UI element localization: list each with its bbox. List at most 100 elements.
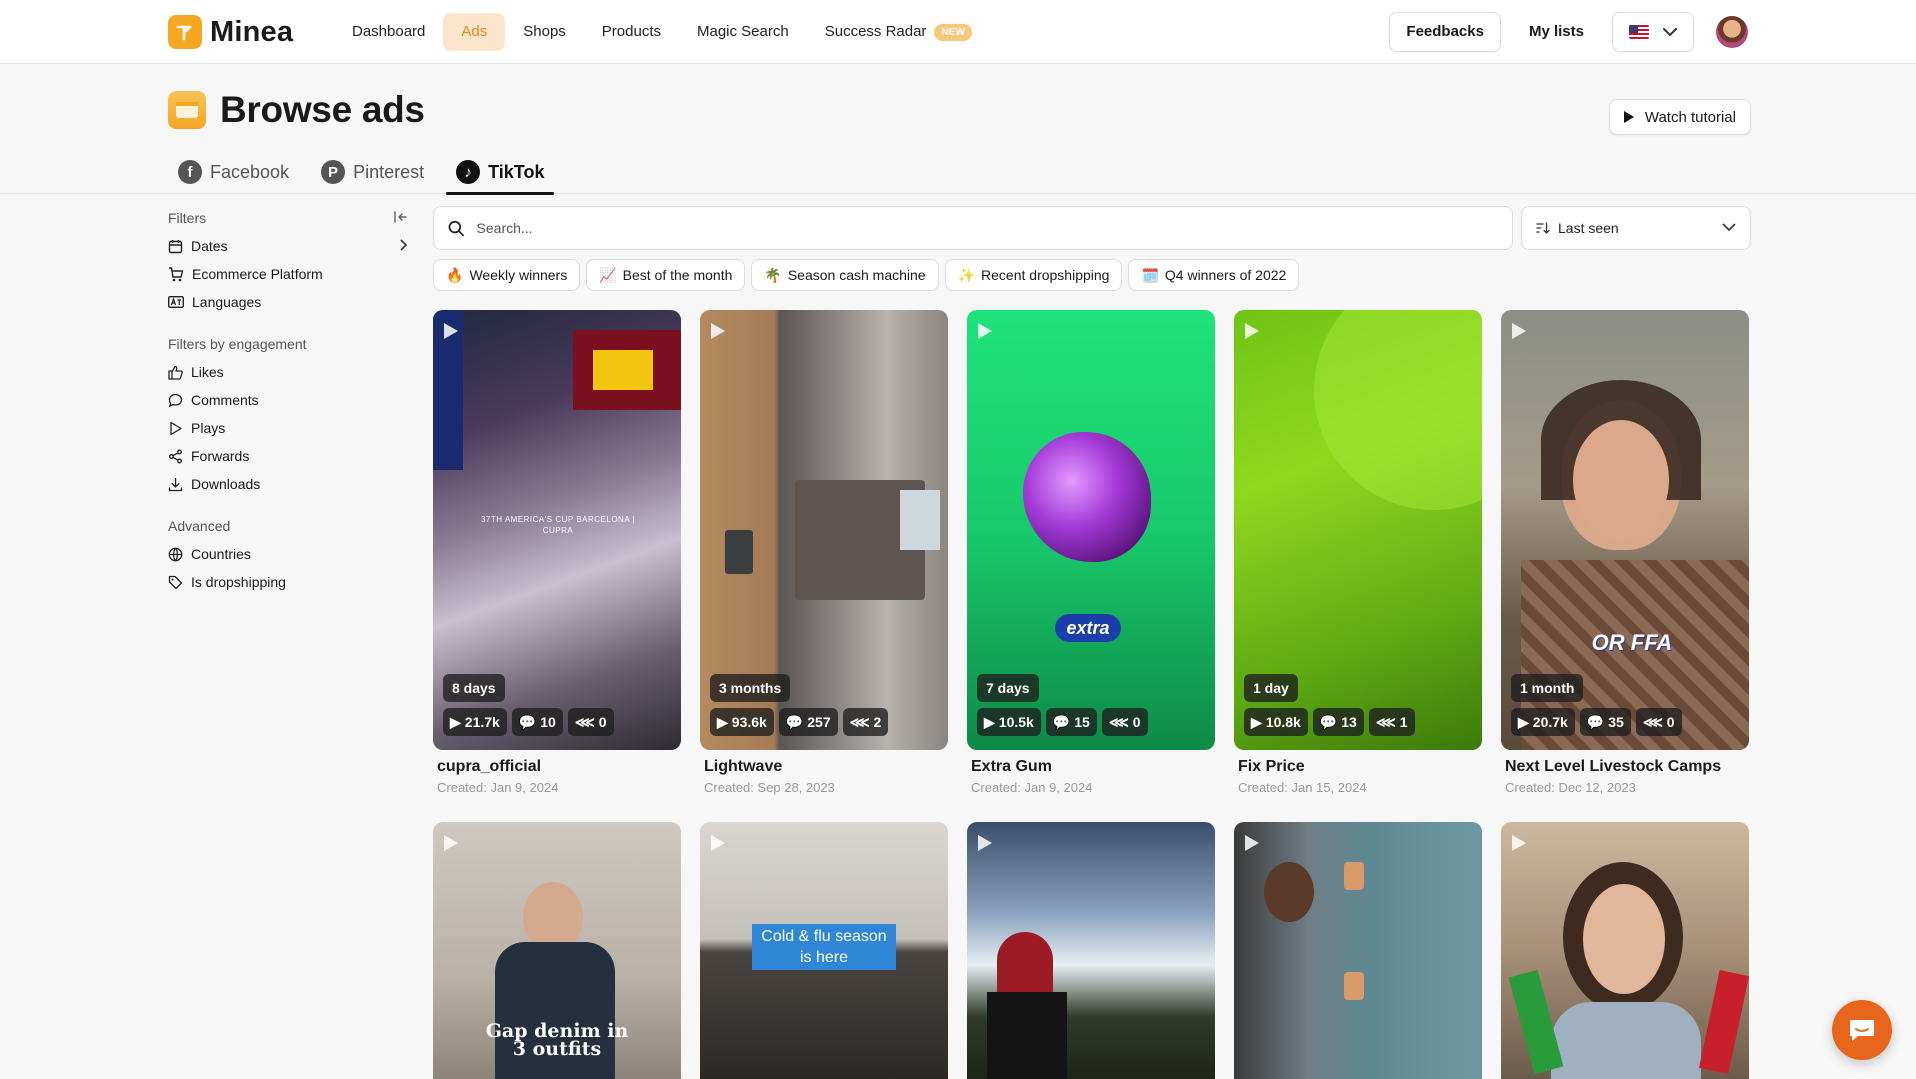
ad-thumbnail[interactable]: 1 day ▶ 10.8k 💬 13 ⋘ 1 <box>1234 310 1482 750</box>
chevron-right-icon <box>400 239 408 251</box>
ad-thumbnail[interactable] <box>967 822 1215 1079</box>
tab-tiktok[interactable]: ♪ TikTok <box>446 150 555 195</box>
watch-tutorial-button[interactable]: Watch tutorial <box>1608 99 1751 135</box>
ad-title[interactable]: Next Level Livestock Camps <box>1501 758 1749 776</box>
new-badge: NEW <box>934 23 972 41</box>
ad-card[interactable]: Gap denim in 3 outfits <box>433 822 681 1079</box>
chip-best-of-month-label: Best of the month <box>622 267 733 283</box>
filter-comments[interactable]: Comments <box>168 386 408 414</box>
tab-tiktok-label: TikTok <box>488 161 545 182</box>
comment-icon: 💬 <box>1052 714 1071 730</box>
chip-season-cash-machine[interactable]: 🌴 Season cash machine <box>751 259 939 291</box>
ad-thumbnail[interactable]: 3 months ▶ 93.6k 💬 257 ⋘ 2 <box>700 310 948 750</box>
plays-count: 10.8k <box>1265 714 1301 730</box>
filter-plays[interactable]: Plays <box>168 414 408 442</box>
ad-card[interactable] <box>1234 822 1482 1079</box>
nav-products[interactable]: Products <box>584 13 679 51</box>
filter-languages[interactable]: Languages <box>168 288 408 316</box>
cart-icon <box>169 266 184 281</box>
chat-icon <box>1850 1020 1874 1041</box>
feedbacks-button[interactable]: Feedbacks <box>1389 12 1501 52</box>
filter-dates[interactable]: Dates <box>168 232 408 260</box>
ad-title[interactable]: cupra_official <box>433 758 681 776</box>
palm-tree-icon: 🌴 <box>764 267 782 283</box>
ad-age-badge: 3 months <box>710 674 791 702</box>
filter-ecommerce-platform[interactable]: Ecommerce Platform <box>168 260 408 288</box>
top-navbar: Minea Dashboard Ads Shops Products Magic… <box>0 0 1916 64</box>
filter-downloads-label: Downloads <box>191 476 261 492</box>
ad-thumbnail[interactable]: Cold & flu season is here <box>700 822 948 1079</box>
filter-forwards[interactable]: Forwards <box>168 442 408 470</box>
ad-card[interactable]: 3 months ▶ 93.6k 💬 257 ⋘ 2 Lightwave Create… <box>700 310 948 795</box>
ad-thumbnail[interactable] <box>1501 822 1749 1079</box>
share-icon: ⋘ <box>574 714 595 730</box>
ad-card[interactable] <box>967 822 1215 1079</box>
face-shape <box>1583 884 1665 994</box>
tab-facebook[interactable]: f Facebook <box>168 150 299 194</box>
page-header: Browse ads Watch tutorial f Facebook P P… <box>0 64 1916 195</box>
filter-countries[interactable]: Countries <box>168 540 408 568</box>
search-input[interactable] <box>476 220 1498 236</box>
collapse-sidebar-icon[interactable] <box>394 211 408 223</box>
chip-best-of-month[interactable]: 📈 Best of the month <box>586 259 746 291</box>
nav-dashboard[interactable]: Dashboard <box>334 13 443 51</box>
nav-magic-search[interactable]: Magic Search <box>679 13 807 51</box>
ad-thumbnail[interactable]: extra 7 days ▶ 10.5k 💬 15 ⋘ 0 <box>967 310 1215 750</box>
filters-heading: Filters <box>168 204 408 232</box>
play-icon: ▶ <box>450 714 461 730</box>
ad-title[interactable]: Fix Price <box>1234 758 1482 776</box>
ad-title[interactable]: Lightwave <box>700 758 948 776</box>
app-logo[interactable]: Minea <box>168 15 293 49</box>
plays-count: 93.6k <box>731 714 767 730</box>
plays-count: 20.7k <box>1532 714 1568 730</box>
user-avatar[interactable] <box>1716 16 1748 48</box>
ad-created-date: Created: Jan 9, 2024 <box>437 780 559 795</box>
comment-icon <box>168 393 183 407</box>
face-shape <box>1573 420 1669 540</box>
chip-weekly-winners[interactable]: 🔥 Weekly winners <box>433 259 581 291</box>
tab-pinterest[interactable]: P Pinterest <box>311 150 434 194</box>
comments-count: 15 <box>1074 714 1090 730</box>
filter-is-dropshipping[interactable]: Is dropshipping <box>168 568 408 596</box>
nav-shops[interactable]: Shops <box>505 13 584 51</box>
filter-downloads[interactable]: Downloads <box>168 470 408 498</box>
my-lists-button[interactable]: My lists <box>1513 12 1600 52</box>
ad-card[interactable]: extra 7 days ▶ 10.5k 💬 15 ⋘ 0 Extra Gum Cre… <box>967 310 1215 795</box>
chip-q4-winners-2022[interactable]: 🗓️ Q4 winners of 2022 <box>1128 259 1300 291</box>
play-icon: ▶ <box>1518 714 1529 730</box>
comments-stat: 💬 35 <box>1579 708 1631 736</box>
filter-languages-label: Languages <box>192 294 262 310</box>
search-box[interactable] <box>433 206 1513 250</box>
share-icon: ⋘ <box>1108 714 1129 730</box>
nav-success-radar[interactable]: Success Radar NEW <box>807 13 990 51</box>
ad-card[interactable]: 1 day ▶ 10.8k 💬 13 ⋘ 1 Fix Price Created: J… <box>1234 310 1482 795</box>
ad-thumbnail[interactable]: 37TH AMERICA'S CUP BARCELONA | CUPRA 8 d… <box>433 310 681 750</box>
play-icon <box>1245 835 1259 851</box>
play-icon <box>444 835 458 851</box>
download-icon <box>168 477 183 491</box>
window-shape <box>900 490 940 550</box>
ad-created-date: Created: Jan 9, 2024 <box>971 780 1093 795</box>
sort-select[interactable]: Last seen <box>1521 206 1751 250</box>
chip-recent-dropshipping[interactable]: ✨ Recent dropshipping <box>944 259 1123 291</box>
shares-stat: ⋘ 0 <box>567 708 614 736</box>
handle-shape <box>1344 972 1364 1000</box>
filter-likes[interactable]: Likes <box>168 358 408 386</box>
ad-title[interactable]: Extra Gum <box>967 758 1215 776</box>
flag-shape <box>593 350 653 390</box>
plays-stat: ▶ 20.7k <box>1511 708 1575 736</box>
ad-card[interactable]: OR FFA 1 month ▶ 20.7k 💬 35 ⋘ 0 Next Level … <box>1501 310 1749 795</box>
share-icon: ⋘ <box>1642 714 1663 730</box>
filter-comments-label: Comments <box>191 392 259 408</box>
play-icon <box>1245 323 1259 339</box>
nav-ads[interactable]: Ads <box>443 13 506 51</box>
chat-button[interactable] <box>1832 1000 1892 1060</box>
ad-thumbnail[interactable]: OR FFA 1 month ▶ 20.7k 💬 35 ⋘ 0 <box>1501 310 1749 750</box>
play-icon <box>1623 111 1634 123</box>
ad-card[interactable]: 37TH AMERICA'S CUP BARCELONA | CUPRA 8 d… <box>433 310 681 795</box>
ad-thumbnail[interactable]: Gap denim in 3 outfits <box>433 822 681 1079</box>
ad-thumbnail[interactable] <box>1234 822 1482 1079</box>
language-select[interactable] <box>1612 12 1694 52</box>
ad-card[interactable] <box>1501 822 1749 1079</box>
ad-card[interactable]: Cold & flu season is here <box>700 822 948 1079</box>
